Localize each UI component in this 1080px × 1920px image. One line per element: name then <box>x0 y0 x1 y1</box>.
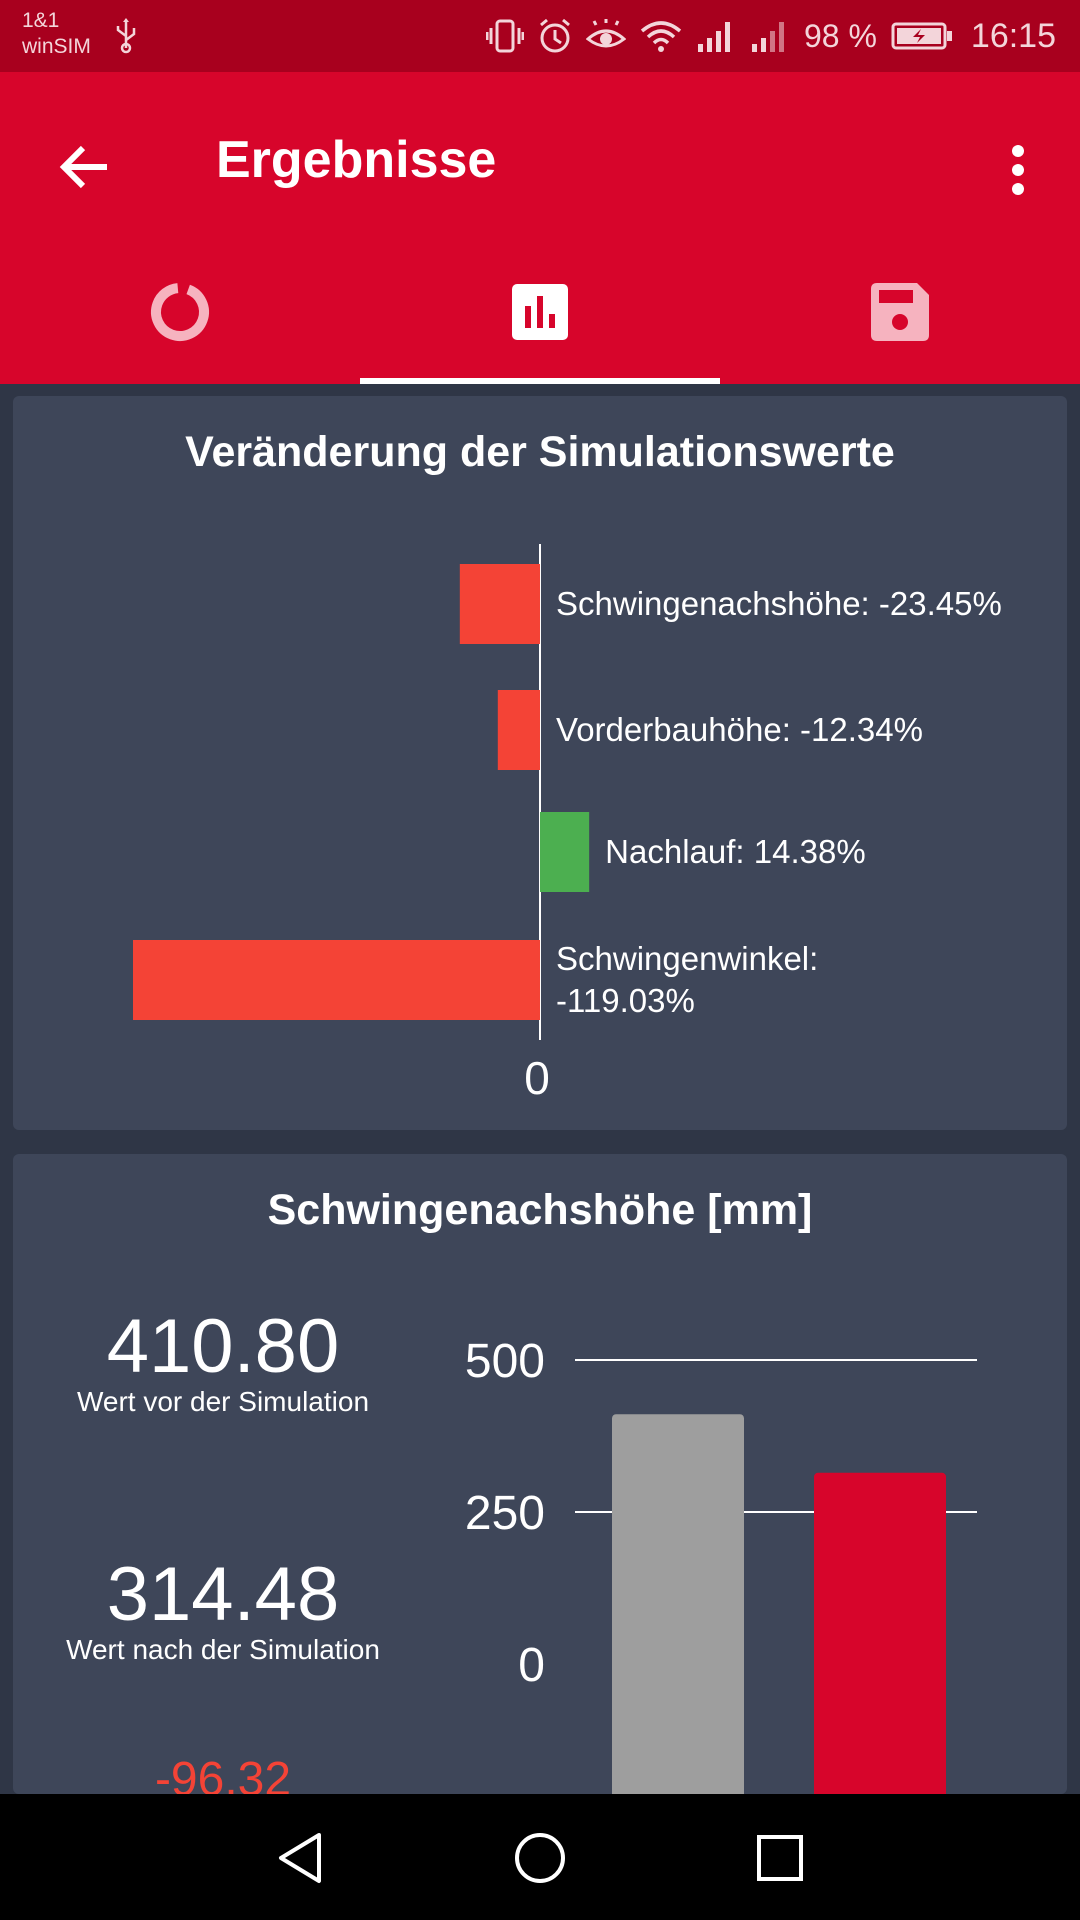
nav-recents-button[interactable] <box>748 1826 812 1890</box>
clock: 16:15 <box>970 16 1056 55</box>
status-bar: 1&1 winSIM 98 % 16:15 <box>0 0 1080 72</box>
usb-icon <box>116 18 136 54</box>
save-icon <box>871 283 929 341</box>
bar-label-1: Schwingenachshöhe: -23.45% <box>556 585 1002 622</box>
app-bar: Ergebnisse <box>0 72 1080 240</box>
back-button[interactable] <box>50 132 120 202</box>
eye-comfort-icon <box>585 19 626 48</box>
donut-chart-icon <box>151 283 209 341</box>
nav-home-button[interactable] <box>508 1826 572 1890</box>
more-vert-icon <box>1012 145 1024 195</box>
battery-percent: 98 % <box>803 17 877 54</box>
nav-recents-icon <box>757 1835 803 1881</box>
tab-overview[interactable] <box>0 240 360 384</box>
bar-3 <box>540 812 590 892</box>
alarm-icon <box>540 18 570 53</box>
nav-back-button[interactable] <box>268 1826 332 1890</box>
overflow-menu-button[interactable] <box>988 130 1048 210</box>
tab-bar <box>0 240 1080 384</box>
comparison-card: Schwingenachshöhe [mm] 410.80 Wert vor d… <box>13 1154 1067 1806</box>
status-icons: 98 % 16:15 <box>485 14 1056 58</box>
signal-icon <box>697 22 730 52</box>
bar-label-4: Schwingenwinkel: -119.03% <box>556 940 818 1019</box>
x-tick-label: 0 <box>524 1052 550 1104</box>
signal-icon-2 <box>751 22 784 52</box>
carrier-label: 1&1 winSIM <box>22 8 91 60</box>
y-tick-label-250: 250 <box>465 1487 545 1540</box>
bar-4 <box>133 940 540 1020</box>
bar-1 <box>459 564 540 644</box>
nav-back-icon <box>279 1833 321 1883</box>
tab-save[interactable] <box>720 240 1080 384</box>
arrow-back-icon <box>59 145 107 189</box>
after-bar <box>814 1472 946 1794</box>
tab-charts[interactable] <box>360 240 720 384</box>
before-bar <box>612 1414 744 1794</box>
bar-2 <box>497 690 540 770</box>
carrier-line-1: 1&1 <box>22 9 60 32</box>
system-nav-bar <box>0 1794 1080 1920</box>
vibrate-icon <box>485 19 524 53</box>
comparison-chart: 0 250 500 <box>465 1335 977 1794</box>
bar-label-2: Vorderbauhöhe: -12.34% <box>556 711 923 748</box>
page-title: Ergebnisse <box>216 131 497 189</box>
y-tick-label-0: 0 <box>518 1639 545 1692</box>
y-tick-label-500: 500 <box>465 1335 545 1388</box>
carrier-line-2: winSIM <box>22 35 91 58</box>
change-chart: Schwingenachshöhe: -23.45% Vorderbauhöhe:… <box>133 544 1002 1104</box>
bar-label-3: Nachlauf: 14.38% <box>605 833 866 870</box>
tab-selected-indicator <box>360 378 720 384</box>
bar-chart-icon <box>512 284 568 340</box>
battery-charging-icon <box>891 22 952 50</box>
wifi-icon <box>640 21 682 52</box>
change-chart-card: Veränderung der Simulationswerte Schwing… <box>13 396 1067 1130</box>
nav-home-icon <box>515 1833 565 1883</box>
